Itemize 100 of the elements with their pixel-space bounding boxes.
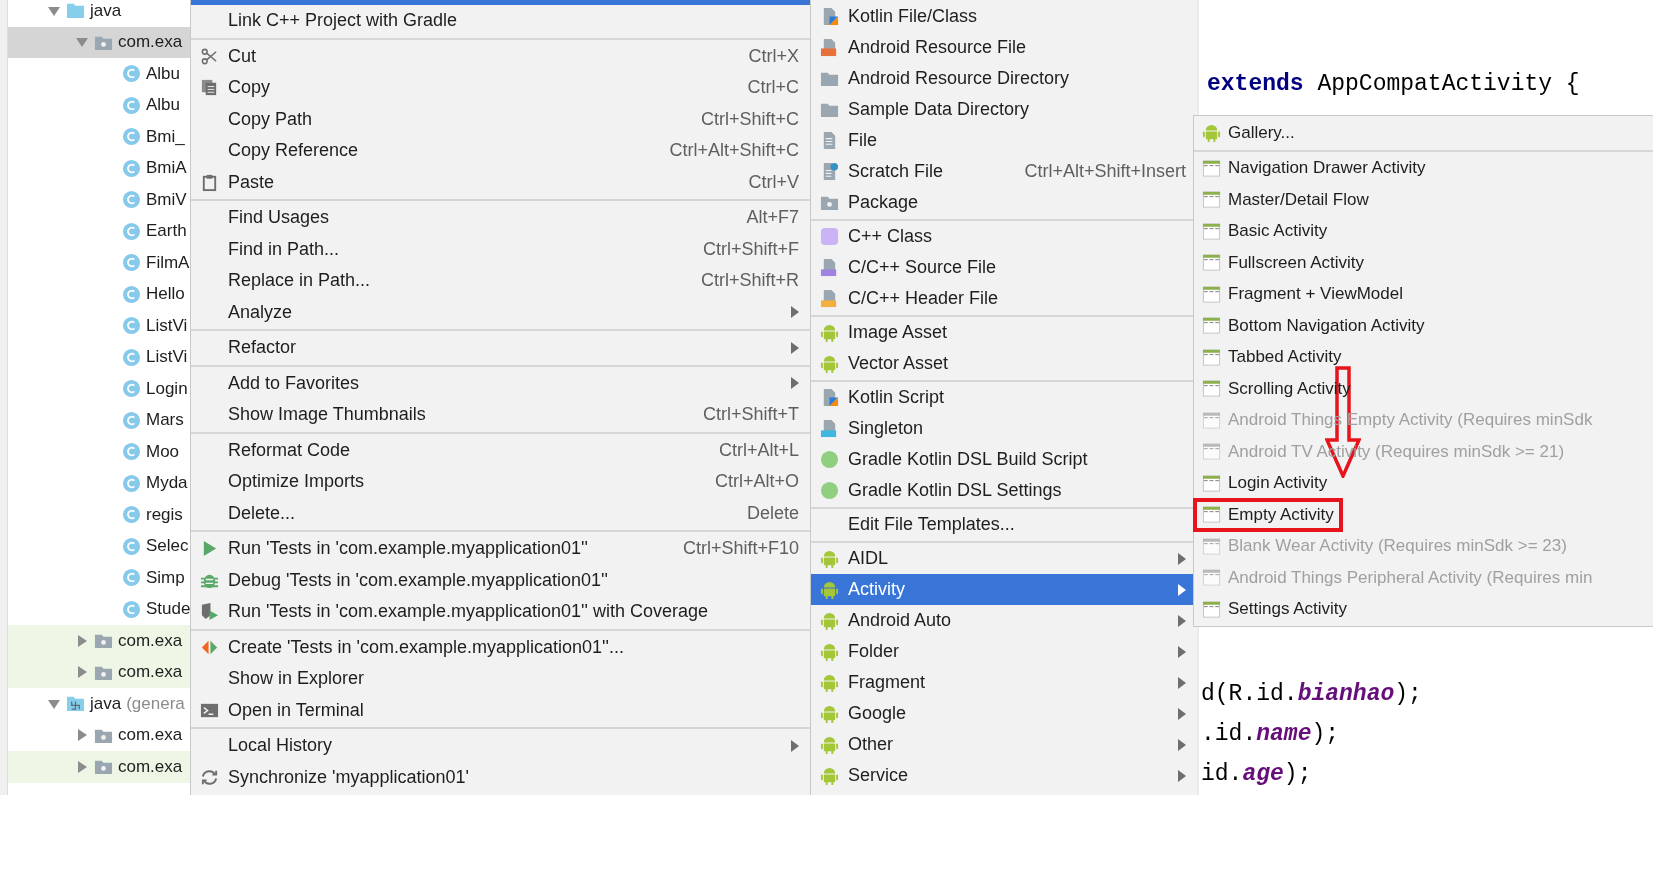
shortcut-label: Ctrl+Shift+F10	[681, 538, 799, 560]
menu-item[interactable]: Login Activity	[1194, 467, 1653, 499]
menu-item[interactable]: Empty Activity	[1194, 499, 1653, 531]
tree-item[interactable]: Selec	[146, 536, 189, 557]
class-icon	[122, 64, 141, 84]
tree-item[interactable]: Albu	[146, 63, 181, 84]
tree-item[interactable]: Albu	[146, 95, 181, 116]
tree-item[interactable]: java	[90, 0, 122, 21]
expanded-arrow-icon[interactable]	[76, 36, 88, 49]
tree-item[interactable]: Login	[146, 378, 188, 399]
menu-item[interactable]: Fragment	[811, 667, 1197, 698]
menu-item[interactable]: Open in Terminal	[191, 694, 810, 726]
sync-icon	[200, 767, 219, 787]
collapsed-arrow-icon[interactable]	[76, 760, 88, 773]
tree-item[interactable]: ListVi	[146, 315, 188, 336]
tree-item[interactable]: Simp	[146, 567, 185, 588]
menu-item[interactable]: Tabbed Activity	[1194, 341, 1653, 373]
menu-item[interactable]: Show Image Thumbnails Ctrl+Shift+T	[191, 399, 810, 431]
menu-item[interactable]: Basic Activity	[1194, 215, 1653, 247]
menu-item[interactable]: Settings Activity	[1194, 593, 1653, 625]
menu-item[interactable]: Add to Favorites	[191, 367, 810, 399]
menu-item[interactable]: Run 'Tests in 'com.example.myapplication01'' Ctrl+Shift+F10	[191, 533, 810, 565]
menu-item[interactable]: Android Auto	[811, 605, 1197, 636]
menu-item[interactable]: Paste Ctrl+V	[191, 166, 810, 198]
menu-item[interactable]: Kotlin File/Class	[811, 1, 1197, 32]
menu-item[interactable]: Gradle Kotlin DSL Settings	[811, 475, 1197, 506]
menu-item[interactable]: Show in Explorer	[191, 663, 810, 695]
menu-item[interactable]: Debug 'Tests in 'com.example.myapplication01''	[191, 564, 810, 596]
menu-item[interactable]: Link C++ Project with Gradle	[191, 5, 810, 37]
menu-item[interactable]: Folder	[811, 636, 1197, 667]
menu-item[interactable]: Refactor	[191, 332, 810, 364]
tree-item[interactable]: Myda	[146, 473, 188, 494]
menu-item[interactable]: Copy Reference Ctrl+Alt+Shift+C	[191, 135, 810, 167]
menu-item[interactable]: Android Resource Directory	[811, 63, 1197, 94]
menu-item[interactable]: Copy Ctrl+C	[191, 72, 810, 104]
tree-item[interactable]: BmiA	[146, 158, 187, 179]
menu-item[interactable]: File	[811, 125, 1197, 156]
tree-item[interactable]: com.exa	[118, 725, 183, 746]
menu-item[interactable]: Singleton	[811, 413, 1197, 444]
tree-item-note: (genera	[126, 693, 185, 714]
menu-item[interactable]: Delete... Delete	[191, 497, 810, 529]
menu-item[interactable]: Gallery...	[1194, 117, 1653, 149]
template-icon	[1201, 316, 1221, 336]
tree-item[interactable]: Bmi_	[146, 126, 185, 147]
tree-item[interactable]: Moo	[146, 441, 180, 462]
class-icon	[122, 316, 141, 336]
tree-item[interactable]: BmiV	[146, 189, 187, 210]
menu-item[interactable]: Reformat Code Ctrl+Alt+L	[191, 434, 810, 466]
menu-item[interactable]: Create 'Tests in 'com.example.myapplication01''...	[191, 631, 810, 663]
menu-item[interactable]: C/C++ Source File	[811, 252, 1197, 283]
menu-item[interactable]: Sample Data Directory	[811, 94, 1197, 125]
expanded-arrow-icon[interactable]	[48, 4, 60, 17]
tree-item[interactable]: com.exa	[8, 625, 190, 657]
collapsed-arrow-icon[interactable]	[76, 634, 88, 647]
collapsed-arrow-icon[interactable]	[76, 729, 88, 742]
menu-item[interactable]: Run 'Tests in 'com.example.myapplication01'' with Coverage	[191, 596, 810, 628]
menu-item[interactable]: Cut Ctrl+X	[191, 40, 810, 72]
menu-item[interactable]: C++ Class	[811, 221, 1197, 252]
menu-item[interactable]: Master/Detail Flow	[1194, 184, 1653, 216]
menu-item[interactable]: C/C++ Header File	[811, 283, 1197, 314]
menu-item[interactable]: Replace in Path... Ctrl+Shift+R	[191, 265, 810, 297]
tree-item[interactable]: ListVi	[146, 347, 188, 368]
menu-item[interactable]: Synchronize 'myapplication01'	[191, 761, 810, 793]
menu-item[interactable]: Android Resource File	[811, 32, 1197, 63]
menu-item[interactable]: Vector Asset	[811, 348, 1197, 379]
menu-item[interactable]: Scratch File Ctrl+Alt+Shift+Insert	[811, 156, 1197, 187]
expanded-arrow-icon[interactable]	[48, 697, 60, 710]
menu-item[interactable]: Find in Path... Ctrl+Shift+F	[191, 233, 810, 265]
menu-item[interactable]: Google	[811, 698, 1197, 729]
tree-item[interactable]: Hello	[146, 284, 185, 305]
tree-item[interactable]: java	[90, 693, 122, 714]
menu-item[interactable]: Service	[811, 760, 1197, 791]
menu-item[interactable]: Other	[811, 729, 1197, 760]
tree-item[interactable]: com.exa	[8, 656, 190, 688]
tree-item[interactable]: FilmA	[146, 252, 190, 273]
template-icon	[1201, 410, 1221, 430]
menu-item[interactable]: Analyze	[191, 296, 810, 328]
menu-item[interactable]: Kotlin Script	[811, 382, 1197, 413]
menu-item[interactable]: Find Usages Alt+F7	[191, 202, 810, 234]
tree-item[interactable]: Mars	[146, 410, 184, 431]
menu-item[interactable]: Copy Path Ctrl+Shift+C	[191, 103, 810, 135]
menu-item[interactable]: Bottom Navigation Activity	[1194, 310, 1653, 342]
tree-item[interactable]: regis	[146, 504, 183, 525]
menu-item[interactable]: Edit File Templates...	[811, 509, 1197, 540]
tree-item[interactable]: Earth	[146, 221, 187, 242]
menu-item[interactable]: Optimize Imports Ctrl+Alt+O	[191, 466, 810, 498]
collapsed-arrow-icon[interactable]	[76, 666, 88, 679]
menu-item[interactable]: Navigation Drawer Activity	[1194, 152, 1653, 184]
menu-item[interactable]: Fragment + ViewModel	[1194, 278, 1653, 310]
android-icon	[1201, 123, 1221, 143]
android-icon	[820, 549, 839, 568]
menu-item[interactable]: Fullscreen Activity	[1194, 247, 1653, 279]
menu-item[interactable]: Local History	[191, 730, 810, 762]
tree-item[interactable]: com.exa	[8, 751, 190, 783]
menu-item[interactable]: Package	[811, 187, 1197, 218]
menu-item[interactable]: Gradle Kotlin DSL Build Script	[811, 444, 1197, 475]
tree-item[interactable]: Stude	[146, 599, 191, 620]
tree-item[interactable]: com.exa	[8, 26, 190, 58]
menu-item[interactable]: Image Asset	[811, 317, 1197, 348]
menu-item[interactable]: AIDL	[811, 543, 1197, 574]
